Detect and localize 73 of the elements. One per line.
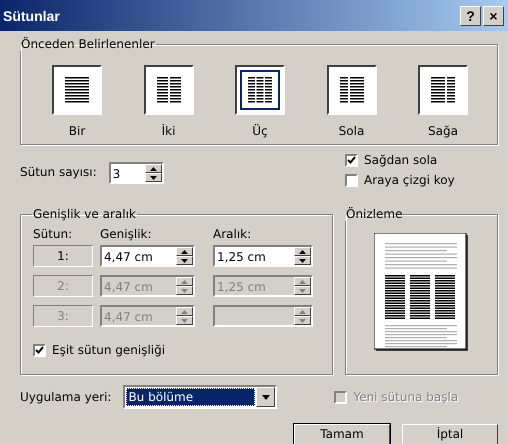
spin-down-button[interactable] bbox=[294, 256, 311, 265]
column-number: 1: bbox=[33, 245, 93, 267]
spin-down-button[interactable] bbox=[176, 256, 193, 265]
window-title: Sütunlar bbox=[3, 8, 60, 24]
checkbox-label: Araya çizgi koy bbox=[364, 173, 455, 187]
apply-to-dropdown[interactable]: Bu bölüme bbox=[123, 385, 278, 409]
group-title: Önizleme bbox=[345, 207, 404, 221]
down-triangle-icon bbox=[150, 176, 157, 180]
field-label: Sütun sayısı: bbox=[20, 165, 97, 179]
help-button[interactable]: ? bbox=[460, 6, 481, 26]
column-layout-icon bbox=[65, 77, 89, 103]
preset-label: Bir bbox=[68, 124, 86, 138]
up-triangle-icon bbox=[181, 250, 188, 254]
spin-up-button[interactable] bbox=[294, 277, 311, 286]
up-triangle-icon bbox=[299, 250, 306, 254]
preset-tile[interactable] bbox=[52, 65, 102, 115]
preset-label: Sağa bbox=[428, 124, 458, 138]
checkbox-label: Sağdan sola bbox=[364, 153, 438, 167]
spin-down-button[interactable] bbox=[176, 316, 193, 325]
spin-down-button[interactable] bbox=[144, 173, 162, 182]
dialog-button[interactable]: Tamam bbox=[294, 424, 390, 444]
down-triangle-icon bbox=[299, 318, 306, 322]
preset-tile[interactable] bbox=[418, 65, 468, 115]
up-triangle-icon bbox=[150, 166, 157, 170]
spin-up-button[interactable] bbox=[294, 247, 311, 256]
preset-tile[interactable] bbox=[144, 65, 194, 115]
spacing-field[interactable]: 1,25 cm bbox=[213, 245, 313, 267]
preset-label: İki bbox=[162, 124, 176, 138]
spacing-field[interactable] bbox=[213, 305, 313, 327]
field-label: Uygulama yeri: bbox=[20, 390, 112, 404]
checkbox[interactable] bbox=[345, 174, 358, 186]
column-layout-icon bbox=[431, 77, 455, 103]
preset-label: Sola bbox=[338, 124, 364, 138]
column-number: 3: bbox=[33, 305, 93, 327]
spin-down-button[interactable] bbox=[294, 286, 311, 295]
dialog-button[interactable]: İptal bbox=[402, 424, 498, 444]
column-count-field[interactable]: 3 bbox=[108, 162, 164, 184]
width-field[interactable]: 4,47 cm bbox=[100, 245, 195, 267]
spin-up-button[interactable] bbox=[176, 277, 193, 286]
up-triangle-icon bbox=[299, 310, 306, 314]
caret-icon bbox=[262, 394, 270, 400]
checkbox[interactable] bbox=[33, 344, 46, 356]
spin-down-button[interactable] bbox=[294, 316, 311, 325]
group-title: Genişlik ve aralık bbox=[32, 207, 137, 221]
checkbox-label: Yeni sütuna başla bbox=[353, 390, 458, 404]
down-triangle-icon bbox=[181, 288, 188, 292]
column-layout-icon bbox=[340, 77, 364, 103]
column-header: Sütun: bbox=[33, 227, 74, 241]
down-triangle-icon bbox=[181, 258, 188, 262]
spin-up-button[interactable] bbox=[176, 247, 193, 256]
group-title: Önceden Belirlenenler bbox=[20, 37, 156, 51]
spin-down-button[interactable] bbox=[176, 286, 193, 295]
column-header: Aralık: bbox=[213, 227, 252, 241]
checkbox[interactable] bbox=[345, 154, 358, 166]
up-triangle-icon bbox=[299, 280, 306, 284]
spin-up-button[interactable] bbox=[294, 307, 311, 316]
column-number: 2: bbox=[33, 275, 93, 297]
down-triangle-icon bbox=[181, 318, 188, 322]
up-triangle-icon bbox=[181, 310, 188, 314]
column-layout-icon bbox=[248, 77, 272, 103]
column-header: Genişlik: bbox=[100, 227, 153, 241]
spin-up-button[interactable] bbox=[144, 164, 162, 173]
preset-tile[interactable] bbox=[326, 65, 376, 115]
down-triangle-icon bbox=[299, 288, 306, 292]
close-button[interactable]: × bbox=[483, 6, 504, 26]
preset-tile[interactable] bbox=[235, 65, 285, 115]
dropdown-button[interactable] bbox=[256, 387, 276, 407]
up-triangle-icon bbox=[181, 280, 188, 284]
column-layout-icon bbox=[156, 77, 180, 103]
checkbox-label: Eşit sütun genişliği bbox=[52, 343, 166, 357]
preset-label: Üç bbox=[252, 124, 268, 138]
down-triangle-icon bbox=[299, 258, 306, 262]
spin-up-button[interactable] bbox=[176, 307, 193, 316]
